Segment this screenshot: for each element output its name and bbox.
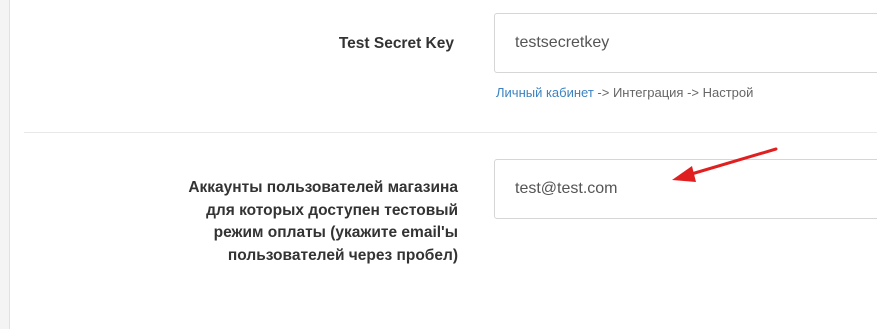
test-accounts-label-line: Аккаунты пользователей магазина (188, 179, 458, 196)
secret-key-label: Test Secret Key (338, 35, 454, 52)
secret-key-input[interactable] (494, 13, 877, 73)
help-path-text: -> Интеграция -> Настрой (593, 85, 754, 100)
field-divider (24, 132, 877, 133)
left-sidebar-edge (0, 0, 10, 329)
test-accounts-label: Аккаунты пользователей магазина для кото… (38, 177, 458, 267)
test-accounts-label-line: для которых доступен тестовый (206, 201, 458, 219)
test-accounts-label-line: пользователей через пробел) (227, 246, 458, 264)
settings-form: Test Secret Key Личный кабинет -> Интегр… (0, 0, 877, 329)
personal-account-link[interactable]: Личный кабинет (496, 85, 594, 100)
test-accounts-label-line: режим оплаты (укажите email'ы (213, 224, 458, 241)
test-accounts-input[interactable] (494, 159, 877, 219)
secret-key-help: Личный кабинет -> Интеграция -> Настрой (496, 85, 753, 100)
